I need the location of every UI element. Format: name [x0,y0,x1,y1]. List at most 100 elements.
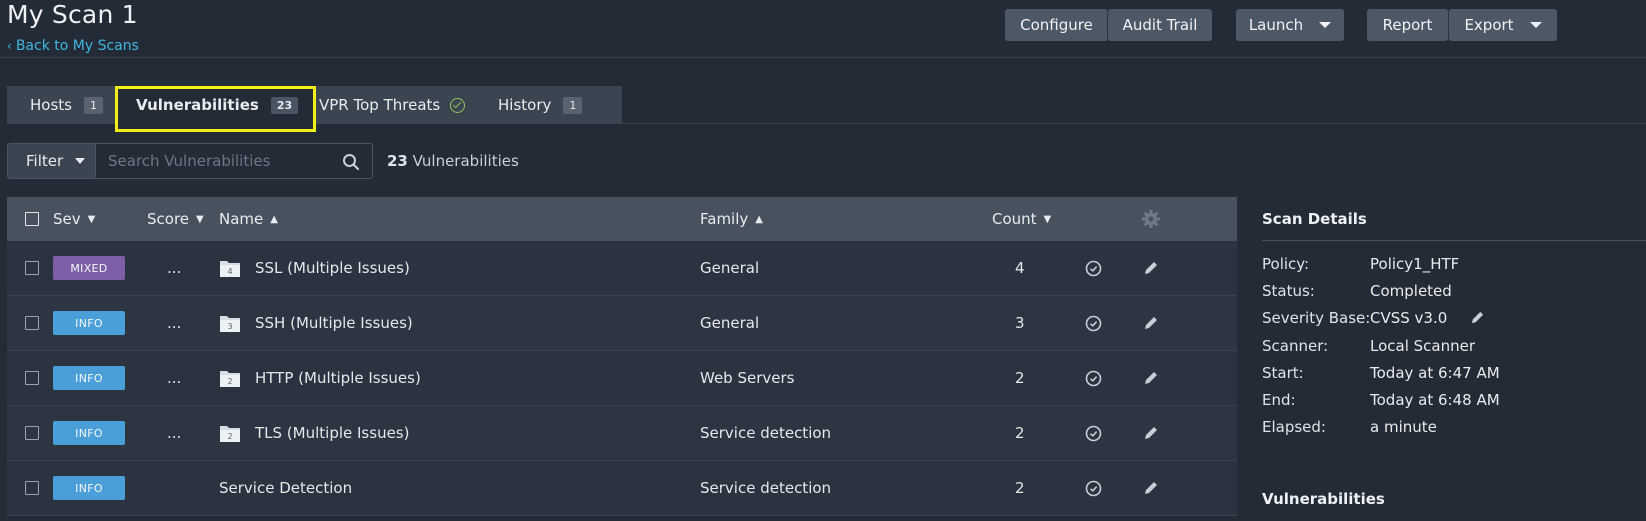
snooze-clock-icon[interactable] [1085,480,1102,497]
tab-hosts[interactable]: Hosts 1 [7,86,112,124]
configure-button[interactable]: Configure [1005,9,1108,41]
tab-label: Hosts [30,96,72,114]
tab-history[interactable]: History 1 [476,86,622,124]
pencil-icon[interactable] [1143,260,1159,276]
search-icon[interactable] [342,153,360,171]
score-cell: ... [167,314,182,332]
count-cell: 3 [1015,314,1025,332]
score-header[interactable]: Score ▼ [147,197,204,241]
chevron-left-icon: ‹ [7,39,12,53]
caret-down-icon [75,158,86,164]
gear-icon [1142,210,1160,228]
filter-button[interactable]: Filter [7,143,96,179]
table-row[interactable]: INFO ... 3 SSH (Multiple Issues) General… [7,296,1237,351]
back-link-label: Back to My Scans [15,38,139,54]
end-value: Today at 6:48 AM [1370,391,1500,409]
severity-badge: INFO [53,311,125,335]
detail-label: Policy: [1262,255,1310,273]
report-label: Report [1382,16,1433,34]
count-cell: 4 [1015,259,1025,277]
table-row[interactable]: INFO ... 2 HTTP (Multiple Issues) Web Se… [7,351,1237,406]
score-cell: ... [167,259,182,277]
audit-trail-button[interactable]: Audit Trail [1108,9,1212,41]
folder-icon: 3 [219,313,241,333]
snooze-clock-icon[interactable] [1085,315,1102,332]
family-cell: General [700,314,760,332]
check-circle-icon [450,97,466,113]
report-button[interactable]: Report [1367,9,1448,41]
folder-count: 2 [227,377,233,386]
pencil-icon[interactable] [1143,480,1159,496]
score-header-label: Score [147,210,190,228]
folder-count: 2 [227,432,233,441]
row-checkbox[interactable] [25,371,39,385]
panel-divider [1262,240,1646,241]
pencil-icon[interactable] [1143,315,1159,331]
vulnerability-count: 23 Vulnerabilities [387,152,519,170]
export-label: Export [1464,16,1514,34]
family-cell: General [700,259,760,277]
family-header[interactable]: Family ▲ [700,197,763,241]
caret-down-icon [1319,22,1332,28]
select-all-cell [25,197,39,241]
snooze-clock-icon[interactable] [1085,260,1102,277]
launch-label: Launch [1248,16,1304,34]
row-checkbox[interactable] [25,316,39,330]
count-number: 23 [387,152,408,170]
table-row[interactable]: MIXED ... 4 SSL (Multiple Issues) Genera… [7,241,1237,296]
count-cell: 2 [1015,369,1025,387]
sort-asc-icon: ▲ [755,213,763,225]
search-input[interactable] [96,144,326,178]
snooze-clock-icon[interactable] [1085,425,1102,442]
tab-badge: 1 [563,96,583,114]
count-header[interactable]: Count ▼ [992,197,1051,241]
audit-trail-label: Audit Trail [1122,16,1198,34]
row-checkbox[interactable] [25,481,39,495]
pencil-icon[interactable] [1143,425,1159,441]
select-all-checkbox[interactable] [25,212,39,226]
snooze-clock-icon[interactable] [1085,370,1102,387]
tab-vpr-top-threats[interactable]: VPR Top Threats [316,86,476,124]
policy-value: Policy1_HTF [1370,255,1460,273]
sort-desc-icon: ▼ [196,213,204,225]
pencil-icon[interactable] [1470,310,1485,325]
count-label: Vulnerabilities [412,152,519,170]
table-row[interactable]: INFO Service Detection Service detection… [7,461,1237,516]
header-divider [0,57,1646,58]
configure-label: Configure [1020,16,1093,34]
vulnerabilities-panel-title: Vulnerabilities [1262,490,1385,508]
severity-badge: MIXED [53,256,125,280]
export-button[interactable]: Export [1449,9,1557,41]
score-cell: ... [167,369,182,387]
tab-vulnerabilities[interactable]: Vulnerabilities 23 [118,86,313,124]
severity-badge: INFO [53,421,125,445]
table-row[interactable]: INFO ... 2 TLS (Multiple Issues) Service… [7,406,1237,461]
family-header-label: Family [700,210,749,228]
scanner-value: Local Scanner [1370,337,1476,355]
tab-label: History [498,96,552,114]
vulnerability-name: TLS (Multiple Issues) [255,424,410,442]
row-checkbox[interactable] [25,426,39,440]
sort-desc-icon: ▼ [87,213,96,225]
status-value: Completed [1370,282,1452,300]
launch-button[interactable]: Launch [1236,9,1344,41]
severity-badge: INFO [53,476,125,500]
folder-icon: 2 [219,368,241,388]
pencil-icon[interactable] [1143,370,1159,386]
count-cell: 2 [1015,424,1025,442]
back-link[interactable]: ‹ Back to My Scans [7,38,139,54]
vulnerability-name: SSL (Multiple Issues) [255,259,410,277]
name-header[interactable]: Name ▲ [219,197,278,241]
row-checkbox[interactable] [25,261,39,275]
folder-icon: 4 [219,258,241,278]
detail-label: Severity Base: [1262,309,1371,327]
tab-underline [622,123,1646,124]
vulnerability-name: SSH (Multiple Issues) [255,314,413,332]
sort-desc-icon: ▼ [1043,213,1052,225]
column-settings[interactable] [1141,197,1161,241]
sev-header[interactable]: Sev ▼ [53,197,95,241]
elapsed-value: a minute [1370,418,1437,436]
caret-down-icon [1529,22,1542,28]
family-cell: Service detection [700,424,832,442]
name-cell: 2 HTTP (Multiple Issues) [219,351,421,405]
